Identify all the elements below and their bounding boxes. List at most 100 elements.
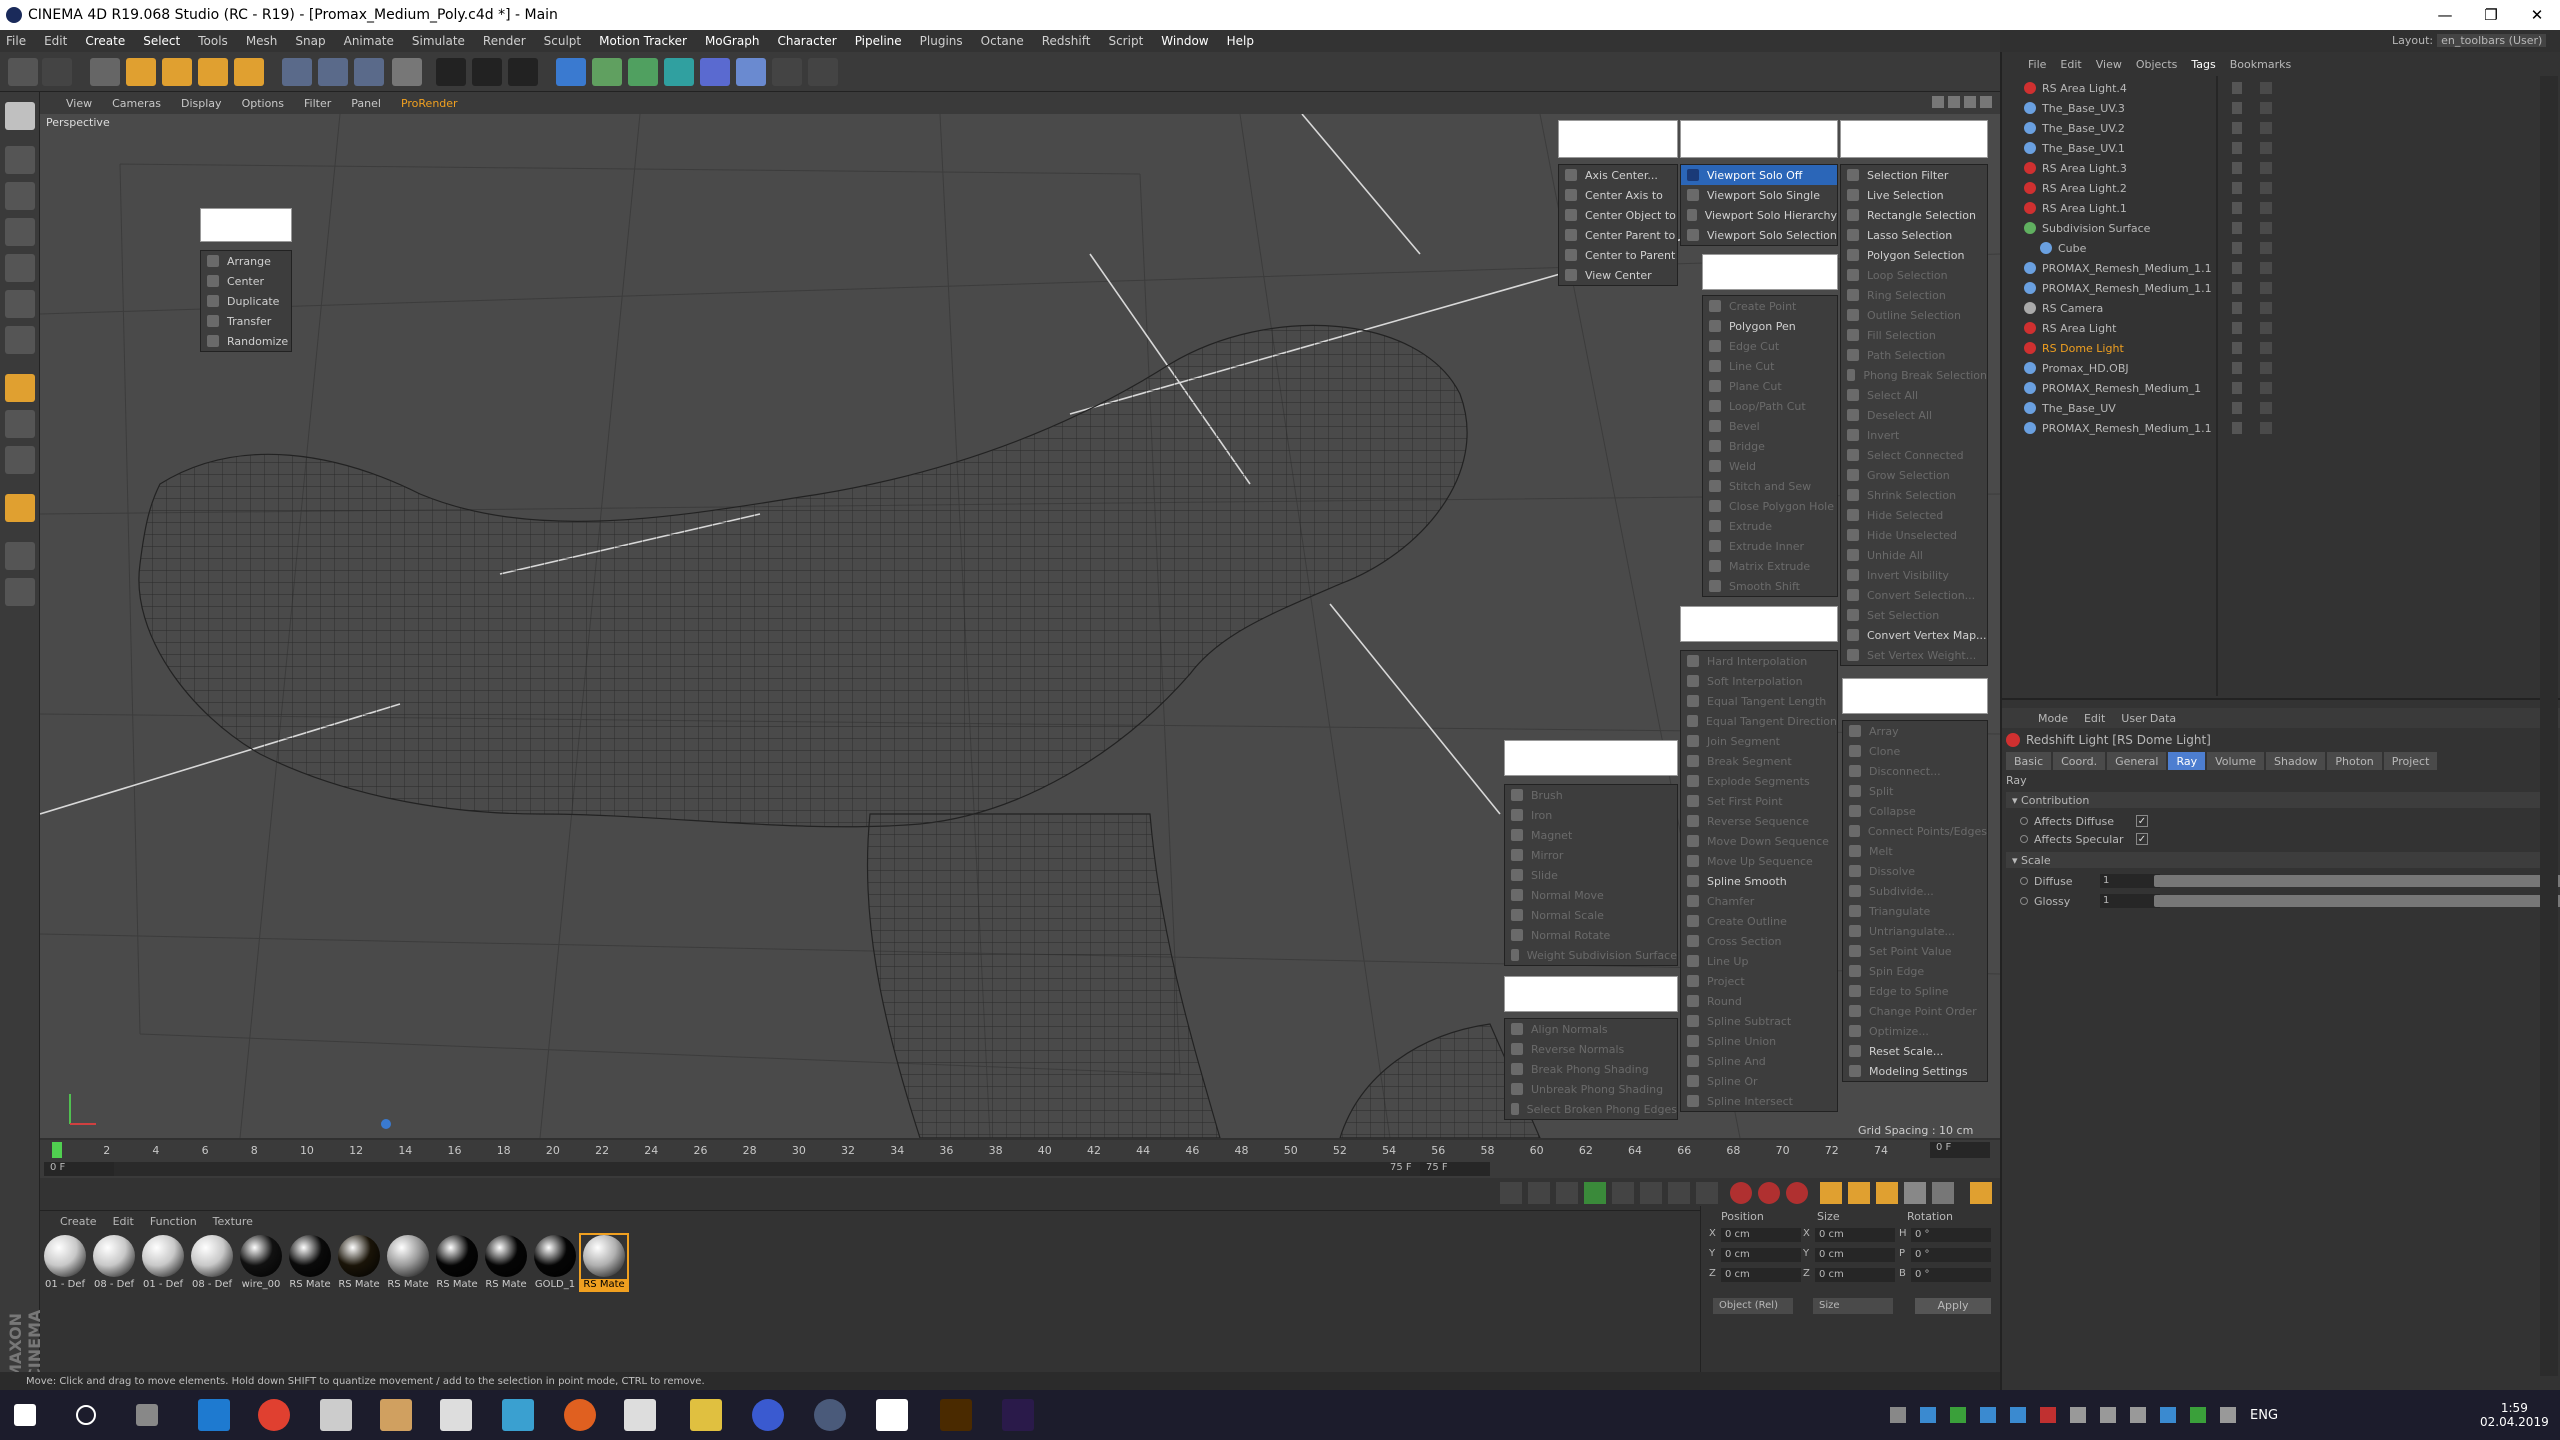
animate-dot-icon[interactable] [2020,877,2028,885]
palette-item-explode-segments[interactable]: Explode Segments [1681,771,1837,791]
key-rotation-icon[interactable] [1876,1182,1898,1204]
menu-item-animate[interactable]: Animate [344,34,394,48]
palette-item-chamfer[interactable]: Chamfer [1681,891,1837,911]
palette-item-live-selection[interactable]: Live Selection [1841,185,1987,205]
palette-item-change-point-order[interactable]: Change Point Order [1843,1001,1987,1021]
tab-shadow[interactable]: Shadow [2266,752,2326,770]
animate-dot-icon[interactable] [2020,835,2028,843]
playhead[interactable] [52,1142,62,1158]
object-name[interactable]: The_Base_UV [2042,402,2116,415]
object-row[interactable]: RS Camera [2012,298,2552,318]
palette-item-normal-scale[interactable]: Normal Scale [1505,905,1677,925]
cube-primitive-icon[interactable] [556,58,586,86]
palette-item-bevel[interactable]: Bevel [1703,416,1837,436]
media-player-icon[interactable] [380,1399,412,1431]
windows-start-icon[interactable] [14,1404,36,1426]
menu-item-edit[interactable]: Edit [44,34,67,48]
coord-rot-field[interactable]: 0 ° [1911,1268,1991,1282]
material-menu-function[interactable]: Function [150,1215,197,1228]
palette-selection-header[interactable] [1840,120,1988,158]
material-swatch[interactable]: RS Mate [579,1233,629,1292]
coord-pos-field[interactable]: 0 cm [1721,1228,1801,1242]
palette-item-viewport-solo-single[interactable]: Viewport Solo Single [1681,185,1837,205]
goto-start-icon[interactable] [1500,1182,1522,1204]
palette-solo-header[interactable] [1680,120,1838,158]
tags-icon[interactable] [2260,202,2272,214]
viewport-menu-display[interactable]: Display [181,97,222,110]
solo-mode-icon[interactable] [5,578,35,606]
visibility-dots-icon[interactable] [2232,162,2242,174]
end-frame-field[interactable]: 75 F [1420,1162,1490,1176]
model-mode-icon[interactable] [5,146,35,174]
object-row[interactable]: Promax_HD.OBJ [2012,358,2552,378]
object-name[interactable]: RS Camera [2042,302,2103,315]
object-menu-file[interactable]: File [2028,58,2046,71]
mail-icon[interactable] [624,1399,656,1431]
visibility-dots-icon[interactable] [2232,302,2242,314]
key-pla-icon[interactable] [1932,1182,1954,1204]
object-name[interactable]: PROMAX_Remesh_Medium_1.1 [2042,422,2212,435]
object-row[interactable]: The_Base_UV.3 [2012,98,2552,118]
palette-item-mirror[interactable]: Mirror [1505,845,1677,865]
palette-item-iron[interactable]: Iron [1505,805,1677,825]
goto-end-icon[interactable] [1668,1182,1690,1204]
palette-item-set-vertex-weight[interactable]: Set Vertex Weight... [1841,645,1987,665]
viewport-menu-cameras[interactable]: Cameras [112,97,161,110]
material-swatch[interactable]: RS Mate [336,1235,382,1290]
palette-item-select-all[interactable]: Select All [1841,385,1987,405]
palette-item-brush[interactable]: Brush [1505,785,1677,805]
palette-item-invert-visibility[interactable]: Invert Visibility [1841,565,1987,585]
menu-item-mograph[interactable]: MoGraph [705,34,760,48]
object-row[interactable]: The_Base_UV.2 [2012,118,2552,138]
visibility-dots-icon[interactable] [2232,242,2242,254]
palette-item-array[interactable]: Array [1843,721,1987,741]
loop-icon[interactable] [1696,1182,1718,1204]
visibility-dots-icon[interactable] [2232,342,2242,354]
material-menu-edit[interactable]: Edit [113,1215,134,1228]
palette-item-randomize[interactable]: Randomize [201,331,291,351]
object-menu-bookmarks[interactable]: Bookmarks [2230,58,2291,71]
object-name[interactable]: PROMAX_Remesh_Medium_1.1 [2042,282,2212,295]
tags-icon[interactable] [2260,222,2272,234]
pen-icon[interactable] [2220,1407,2236,1423]
rotate-tool-icon[interactable] [198,58,228,86]
coord-size-field[interactable]: 0 cm [1815,1228,1895,1242]
notepad-icon[interactable] [876,1399,908,1431]
tab-project[interactable]: Project [2383,752,2438,770]
cinema4d-taskbar-icon[interactable] [814,1399,846,1431]
material-swatch[interactable]: 01 - Def [140,1235,186,1290]
object-name[interactable]: The_Base_UV.1 [2042,142,2125,155]
palette-item-center-object-to[interactable]: Center Object to [1559,205,1677,225]
object-name[interactable]: RS Area Light.4 [2042,82,2127,95]
palette-mesh-header[interactable] [1702,254,1838,290]
visibility-dots-icon[interactable] [2232,262,2242,274]
palette-item-modeling-settings[interactable]: Modeling Settings [1843,1061,1987,1081]
material-swatch[interactable]: GOLD_1 [532,1235,578,1290]
object-name[interactable]: Subdivision Surface [2042,222,2150,235]
palette-item-center[interactable]: Center [201,271,291,291]
palette-brush-header[interactable] [1504,740,1678,776]
palette-item-disconnect[interactable]: Disconnect... [1843,761,1987,781]
minimize-button[interactable]: — [2422,0,2468,30]
palette-item-align-normals[interactable]: Align Normals [1505,1019,1677,1039]
after-effects-icon[interactable] [1002,1399,1034,1431]
diffuse-field[interactable]: 1 [2100,874,2160,888]
apply-button[interactable]: Apply [1915,1298,1991,1314]
glossy-slider[interactable] [2154,895,2560,907]
object-row[interactable]: PROMAX_Remesh_Medium_1 [2012,378,2552,398]
menu-item-script[interactable]: Script [1108,34,1143,48]
palette-item-select-broken-phong-edges[interactable]: Select Broken Phong Edges [1505,1099,1677,1119]
clock[interactable]: 1:59 02.04.2019 [2480,1390,2549,1440]
lock-workplane-icon[interactable] [5,494,35,522]
visibility-dots-icon[interactable] [2232,142,2242,154]
task-view-icon[interactable] [136,1404,158,1426]
tags-icon[interactable] [2260,302,2272,314]
pan-icon[interactable] [1932,96,1944,108]
close-button[interactable]: ✕ [2514,0,2560,30]
object-name[interactable]: PROMAX_Remesh_Medium_1 [2042,382,2201,395]
viewport-menu-options[interactable]: Options [242,97,284,110]
battery-icon[interactable] [2070,1407,2086,1423]
tab-ray[interactable]: Ray [2168,752,2206,770]
menu-item-file[interactable]: File [6,34,26,48]
palette-item-reset-scale[interactable]: Reset Scale... [1843,1041,1987,1061]
